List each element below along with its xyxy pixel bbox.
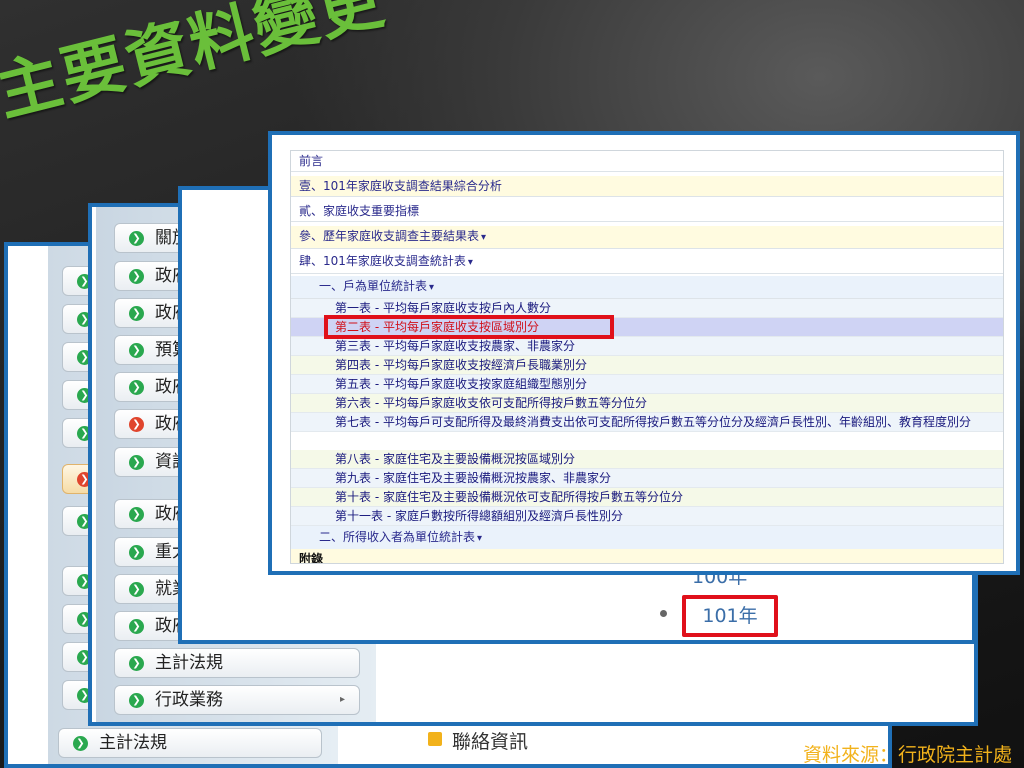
toc-item[interactable]: 壹、101年家庭收支調查結果綜合分析 (291, 176, 1003, 197)
arrow-circle-icon (129, 380, 144, 395)
arrow-circle-icon (129, 693, 144, 708)
menu-item-regulations[interactable]: 主計法規 (114, 648, 360, 678)
bottom-menu-item[interactable]: 主計法規 (58, 728, 322, 758)
expand-arrow-icon[interactable]: ▾ (468, 257, 473, 268)
year-link-selected[interactable]: 101年 (682, 595, 778, 637)
toc-subitem[interactable]: 第九表 - 家庭住宅及主要設備概況按農家、非農家分 (291, 469, 1003, 488)
arrow-circle-icon (73, 736, 88, 751)
toc-subitem[interactable]: 第六表 - 平均每戶家庭收支依可支配所得按戶數五等分位分 (291, 394, 1003, 413)
arrow-circle-icon (129, 306, 144, 321)
contact-link[interactable]: 聯絡資訊 (452, 727, 528, 754)
toc-item[interactable]: 貳、家庭收支重要指標 (291, 201, 1003, 222)
arrow-circle-icon (129, 269, 144, 284)
submenu-caret-icon: ▸ (339, 694, 345, 705)
toc-subitem[interactable]: 第十一表 - 家庭戶數按所得總額組別及經濟戶長性別分 (291, 507, 1003, 526)
menu-item-admin-affairs[interactable]: 行政業務▸ (114, 685, 360, 715)
toc-subitem[interactable]: 第五表 - 平均每戶家庭收支按家庭組織型態別分 (291, 375, 1003, 394)
toc-subitem[interactable]: 第四表 - 平均每戶家庭收支按經濟戶長職業別分 (291, 356, 1003, 375)
toc-item[interactable]: 肆、101年家庭收支調查統計表 ▾ (291, 251, 1003, 274)
expand-arrow-icon[interactable]: ▾ (481, 232, 486, 243)
expand-arrow-icon[interactable]: ▾ (477, 533, 482, 544)
toc-item[interactable]: 一、戶為單位統計表 ▾ (291, 276, 1003, 299)
arrow-circle-icon (129, 507, 144, 522)
toc-item[interactable]: 參、歷年家庭收支調查主要結果表 ▾ (291, 226, 1003, 249)
contact-icon (428, 732, 442, 746)
toc-subitem[interactable]: 第八表 - 家庭住宅及主要設備概況按區域別分 (291, 450, 1003, 469)
toc-item-appendix[interactable]: 附錄 (291, 549, 1003, 563)
arrow-circle-icon (129, 231, 144, 246)
arrow-circle-icon (129, 582, 144, 597)
source-caption: 資料來源：行政院主計處 (802, 744, 1012, 766)
expand-arrow-icon[interactable]: ▾ (429, 282, 434, 293)
arrow-circle-icon (129, 619, 144, 634)
toc-item[interactable]: 二、所得收入者為單位統計表 ▾ (291, 526, 1003, 551)
bullet-icon (660, 610, 667, 617)
arrow-circle-icon (129, 455, 144, 470)
table-of-contents: 前言 壹、101年家庭收支調查結果綜合分析 貳、家庭收支重要指標 參、歷年家庭收… (290, 150, 1004, 564)
front-window: 前言 壹、101年家庭收支調查結果綜合分析 貳、家庭收支重要指標 參、歷年家庭收… (268, 131, 1020, 575)
arrow-circle-icon (129, 545, 144, 560)
arrow-circle-icon (129, 656, 144, 671)
arrow-circle-icon (129, 343, 144, 358)
toc-item[interactable]: 前言 (291, 151, 1003, 172)
toc-subitem[interactable]: 第七表 - 平均每戶可支配所得及最終消費支出依可支配所得按戶數五等分位分及經濟戶… (291, 413, 1003, 432)
highlight-box (324, 315, 614, 339)
toc-subitem[interactable]: 第十表 - 家庭住宅及主要設備概況依可支配所得按戶數五等分位分 (291, 488, 1003, 507)
toc-subitem[interactable]: 第三表 - 平均每戶家庭收支按農家、非農家分 (291, 337, 1003, 356)
arrow-circle-icon-red (129, 417, 144, 432)
